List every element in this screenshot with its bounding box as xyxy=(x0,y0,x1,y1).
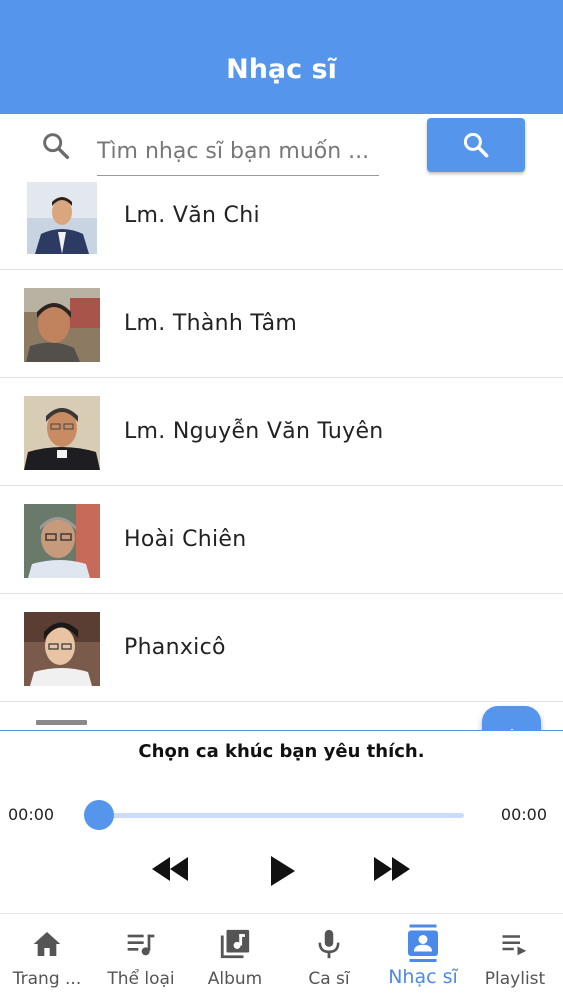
contact-card-icon xyxy=(408,924,438,962)
page-title: Nhạc sĩ xyxy=(226,54,337,85)
nav-label: Album xyxy=(207,969,263,989)
list-item[interactable]: Lm. Văn Chi xyxy=(0,180,563,270)
play-button[interactable] xyxy=(268,854,298,891)
list-item[interactable]: Phanxicô xyxy=(0,594,563,702)
nav-item-composer[interactable]: Nhạc sĩ xyxy=(376,914,470,1000)
rewind-button[interactable] xyxy=(150,854,190,887)
composer-name: Phanxicô xyxy=(124,635,226,660)
composer-name: Lm. Văn Chi xyxy=(124,203,260,228)
nav-item-genre[interactable]: Thể loại xyxy=(94,914,188,1000)
play-icon xyxy=(271,856,295,886)
list-item[interactable]: Hoài Chiên xyxy=(0,486,563,594)
search-input[interactable] xyxy=(97,128,379,176)
composer-list[interactable]: Lm. Văn Chi Lm. Thành Tâm Lm. Nguyễn Văn… xyxy=(0,180,563,730)
fast-forward-icon xyxy=(374,857,410,881)
avatar xyxy=(27,182,97,254)
current-time: 00:00 xyxy=(8,805,55,824)
seek-track[interactable] xyxy=(98,813,464,818)
music-player: Chọn ca khúc bạn yêu thích. 00:00 00:00 xyxy=(0,730,563,913)
nav-item-playlist[interactable]: Playlist xyxy=(468,914,562,1000)
scroll-handle[interactable] xyxy=(36,720,87,725)
nav-item-home[interactable]: Trang ... xyxy=(0,914,94,1000)
bottom-navigation: Trang ... Thể loại Album Ca sĩ Nhạc sĩ P… xyxy=(0,913,563,1000)
nav-item-singer[interactable]: Ca sĩ xyxy=(282,914,376,1000)
search-button[interactable] xyxy=(427,118,525,172)
fast-forward-button[interactable] xyxy=(372,854,412,887)
nav-label: Thể loại xyxy=(107,969,175,989)
nav-label: Ca sĩ xyxy=(308,969,350,989)
rewind-icon xyxy=(152,857,188,881)
app-bar: Nhạc sĩ xyxy=(0,0,563,114)
now-playing-text: Chọn ca khúc bạn yêu thích. xyxy=(138,741,425,762)
composer-name: Hoài Chiên xyxy=(124,527,247,552)
composer-name: Lm. Nguyễn Văn Tuyên xyxy=(124,419,384,444)
genre-icon xyxy=(127,934,155,956)
microphone-icon xyxy=(318,929,340,959)
album-icon xyxy=(220,929,250,959)
nav-item-album[interactable]: Album xyxy=(188,914,282,1000)
list-item[interactable]: Lm. Nguyễn Văn Tuyên xyxy=(0,378,563,486)
playlist-icon xyxy=(502,935,527,956)
search-icon xyxy=(43,133,70,160)
search-bar xyxy=(0,114,563,180)
nav-label: Nhạc sĩ xyxy=(388,966,458,988)
avatar xyxy=(24,288,100,362)
nav-label: Trang ... xyxy=(12,969,82,989)
home-icon xyxy=(33,932,61,956)
seek-thumb[interactable] xyxy=(84,800,114,830)
search-icon xyxy=(463,132,489,158)
list-item[interactable]: Lm. Thành Tâm xyxy=(0,270,563,378)
composer-name: Lm. Thành Tâm xyxy=(124,311,298,336)
avatar xyxy=(24,612,100,686)
nav-label: Playlist xyxy=(484,969,546,989)
avatar xyxy=(24,396,100,470)
total-time: 00:00 xyxy=(500,805,547,824)
avatar xyxy=(24,504,100,578)
